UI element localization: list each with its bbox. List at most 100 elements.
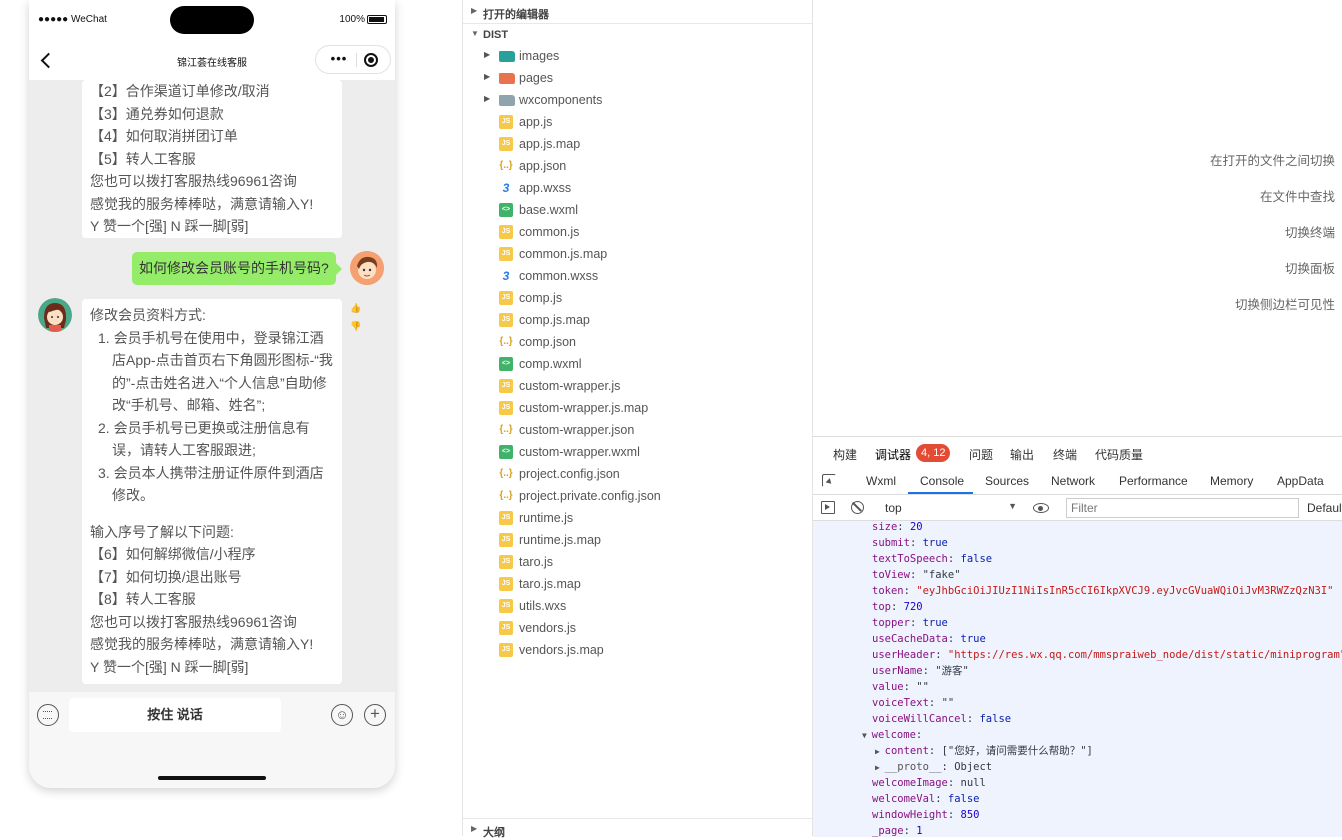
phone-simulator: ●●●●● WeChat 100% 锦江荟在线客服 ••• 【2】合作渠道订单修…	[29, 0, 395, 788]
file-item[interactable]: {..} app.json	[463, 155, 812, 177]
console-property-line: userName: "游客"	[872, 663, 969, 679]
dist-section[interactable]: ▼ DIST	[463, 24, 812, 46]
console-property-line: submit: true	[872, 535, 948, 551]
json-file-icon: {..}	[499, 490, 513, 501]
tab-sources[interactable]: Sources	[985, 474, 1029, 488]
file-item[interactable]: 3 common.wxss	[463, 265, 812, 287]
file-item[interactable]: <> comp.wxml	[463, 353, 812, 375]
file-item[interactable]: JS comp.js.map	[463, 309, 812, 331]
close-miniprogram-icon[interactable]	[364, 53, 378, 67]
property-value: "fake"	[922, 569, 961, 581]
file-item[interactable]: JS comp.js	[463, 287, 812, 309]
file-item[interactable]: JS custom-wrapper.js	[463, 375, 812, 397]
property-value: 850	[960, 809, 980, 821]
tab-network[interactable]: Network	[1051, 474, 1095, 488]
js-file-icon: JS	[499, 401, 513, 415]
file-item[interactable]: JS runtime.js	[463, 507, 812, 529]
keyboard-icon[interactable]	[37, 704, 59, 726]
file-item[interactable]: <> base.wxml	[463, 199, 812, 221]
property-value: ["您好，请问需要什么帮助？"]	[941, 745, 1093, 757]
open-editors-section[interactable]: ▶ 打开的编辑器	[463, 1, 812, 23]
file-item[interactable]: <> custom-wrapper.wxml	[463, 441, 812, 463]
tab-build[interactable]: 构建	[833, 446, 857, 463]
tab-performance[interactable]: Performance	[1119, 474, 1188, 488]
file-name: custom-wrapper.js.map	[519, 401, 649, 415]
camera-notch	[170, 6, 254, 34]
file-item[interactable]: JS common.js	[463, 221, 812, 243]
folder-item[interactable]: ▶ pages	[463, 67, 812, 89]
more-icon[interactable]: •••	[324, 47, 354, 73]
tab-console[interactable]: Console	[920, 474, 964, 488]
file-item[interactable]: JS utils.wxs	[463, 595, 812, 617]
plus-icon[interactable]: +	[364, 704, 386, 726]
filter-input[interactable]	[1066, 498, 1299, 518]
colon: :	[897, 521, 910, 533]
file-item[interactable]: JS app.js.map	[463, 133, 812, 155]
tab-code-quality[interactable]: 代码质量	[1095, 446, 1143, 463]
expand-right-icon[interactable]: ▶	[875, 763, 885, 772]
clear-console-icon[interactable]	[851, 501, 864, 514]
thumbs-up-icon[interactable]: 👍	[350, 303, 361, 314]
file-name: custom-wrapper.json	[519, 423, 635, 437]
tab-wxml[interactable]: Wxml	[866, 474, 896, 488]
message-line: 【6】如何解绑微信/小程序	[90, 546, 256, 562]
file-item[interactable]: JS common.js.map	[463, 243, 812, 265]
folder-item[interactable]: ▶ images	[463, 45, 812, 67]
property-key: voiceWillCancel	[872, 713, 967, 725]
property-value: null	[960, 777, 986, 789]
js-file-icon: JS	[499, 621, 513, 635]
file-item[interactable]: 3 app.wxss	[463, 177, 812, 199]
file-item[interactable]: JS custom-wrapper.js.map	[463, 397, 812, 419]
tab-memory[interactable]: Memory	[1210, 474, 1253, 488]
outline-section[interactable]: ▶ 大纲	[463, 818, 812, 840]
console-property-line: size: 20	[872, 521, 923, 535]
sidebar-toggle-icon[interactable]	[821, 501, 835, 514]
bottom-panel-tabs: 构建 调试器 4, 12 问题 输出 终端 代码质量	[813, 437, 1342, 467]
expand-down-icon[interactable]: ▼	[862, 731, 872, 740]
file-item[interactable]: {..} custom-wrapper.json	[463, 419, 812, 441]
console-property-line[interactable]: ▶ content: ["您好，请问需要什么帮助？"]	[875, 743, 1093, 759]
context-select[interactable]: top ▼	[877, 498, 1017, 518]
file-item[interactable]: JS app.js	[463, 111, 812, 133]
property-value: ""	[916, 681, 929, 693]
devtools-panel: 构建 调试器 4, 12 问题 输出 终端 代码质量 Wxml Console …	[813, 436, 1342, 837]
property-value: false	[979, 713, 1012, 725]
tab-appdata[interactable]: AppData	[1277, 474, 1324, 488]
file-item[interactable]: JS taro.js	[463, 551, 812, 573]
file-item[interactable]: JS runtime.js.map	[463, 529, 812, 551]
console-property-line[interactable]: ▶ __proto__: Object	[875, 759, 992, 775]
hint-find-in-files: 在文件中查找	[1259, 190, 1335, 204]
colon: :	[947, 553, 961, 565]
message-line: 您也可以拨打客服热线96961咨询	[90, 613, 297, 630]
log-levels-dropdown[interactable]: Default levels	[1307, 501, 1342, 515]
file-name: vendors.js.map	[519, 643, 604, 657]
file-name: project.private.config.json	[519, 489, 661, 503]
file-item[interactable]: {..} project.private.config.json	[463, 485, 812, 507]
json-file-icon: {..}	[499, 424, 513, 435]
message-spacer	[90, 507, 334, 521]
console-toolbar: top ▼ Default levels	[813, 495, 1342, 521]
file-item[interactable]: JS vendors.js.map	[463, 639, 812, 661]
console-property-line[interactable]: ▼ welcome:	[862, 727, 922, 743]
emoji-icon[interactable]: ☺	[331, 704, 353, 726]
thumbs-down-icon[interactable]: 👎	[350, 321, 361, 332]
chevron-right-icon: ▶	[484, 50, 491, 59]
property-key: welcome	[871, 729, 916, 741]
file-item[interactable]: JS taro.js.map	[463, 573, 812, 595]
tab-terminal[interactable]: 终端	[1053, 446, 1077, 463]
file-name: common.js	[519, 225, 580, 239]
file-item[interactable]: {..} project.config.json	[463, 463, 812, 485]
tab-output[interactable]: 输出	[1010, 446, 1034, 463]
live-expression-icon[interactable]	[1033, 503, 1049, 513]
file-item[interactable]: {..} comp.json	[463, 331, 812, 353]
folder-item[interactable]: ▶ wxcomponents	[463, 89, 812, 111]
inspect-element-icon[interactable]	[822, 474, 836, 487]
tab-problems[interactable]: 问题	[969, 446, 993, 463]
file-item[interactable]: JS vendors.js	[463, 617, 812, 639]
message-line: 【4】如何取消拼团订单	[90, 128, 238, 144]
expand-right-icon[interactable]: ▶	[875, 747, 885, 756]
file-name: app.js.map	[519, 137, 581, 151]
file-name: comp.js.map	[519, 313, 590, 327]
tab-debugger[interactable]: 调试器	[875, 446, 911, 463]
hold-to-talk-button[interactable]: 按住 说话	[69, 698, 281, 732]
